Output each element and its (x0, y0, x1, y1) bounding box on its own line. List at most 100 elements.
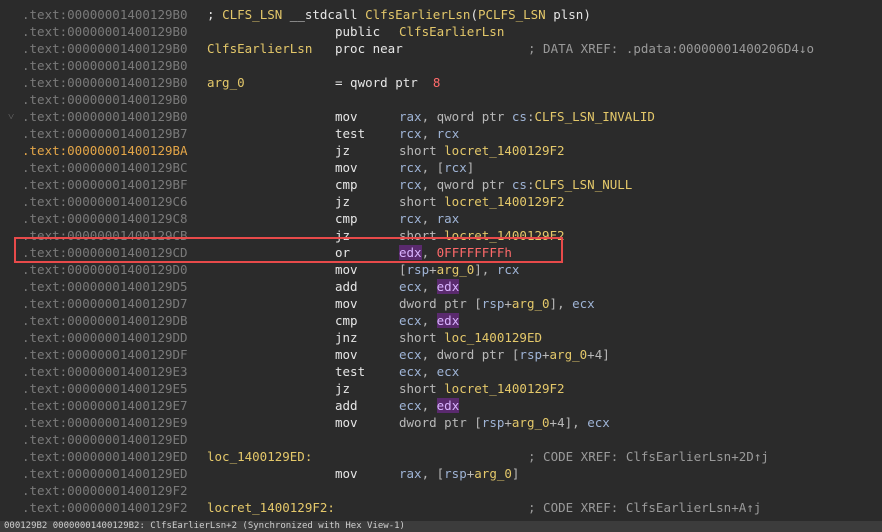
listing-line[interactable]: .text:00000001400129E7 add ecx, edx (0, 397, 882, 414)
instruction-mnemonic: mov (335, 296, 358, 311)
line-address: .text:00000001400129D7 (22, 296, 188, 311)
instruction-operands[interactable]: rax, [rsp+arg_0] (399, 465, 519, 482)
code-label[interactable]: loc_1400129ED: (207, 448, 312, 465)
listing-line[interactable]: .text:00000001400129ED mov rax, [rsp+arg_0… (0, 465, 882, 482)
line-address: .text:00000001400129CD (22, 245, 188, 260)
disassembly-listing[interactable]: .text:00000001400129B0 ; CLFS_LSN __stdca… (0, 6, 882, 516)
instruction-mnemonic: mov (335, 466, 358, 481)
listing-line[interactable]: .text:00000001400129B0 ClfsEarlierLsn proc… (0, 40, 882, 57)
listing-line[interactable]: .text:00000001400129E9 mov dword ptr [rsp+… (0, 414, 882, 431)
line-address: .text:00000001400129BF (22, 177, 188, 192)
xref-comment[interactable]: ; CODE XREF: ClfsEarlierLsn+2D↑j (528, 448, 769, 465)
instruction-mnemonic: mov (335, 262, 358, 277)
line-address: .text:00000001400129ED (22, 432, 188, 447)
listing-line[interactable]: .text:00000001400129B0 ; CLFS_LSN __stdca… (0, 6, 882, 23)
instruction-mnemonic: mov (335, 160, 358, 175)
line-address: .text:00000001400129B0 (22, 58, 188, 73)
instruction-operands[interactable]: short locret_1400129F2 (399, 380, 565, 397)
xref-comment[interactable]: ; DATA XREF: .pdata:00000001400206D4↓o (528, 40, 814, 57)
instruction-operands[interactable]: rcx, rax (399, 210, 459, 227)
line-address: .text:00000001400129B0 (22, 24, 188, 39)
line-address: .text:00000001400129B7 (22, 126, 188, 141)
instruction-mnemonic: add (335, 279, 358, 294)
listing-line[interactable]: .text:00000001400129B0 (0, 91, 882, 108)
listing-line[interactable]: .text:00000001400129B0 public ClfsEarlierL… (0, 23, 882, 40)
listing-line[interactable]: .text:00000001400129F2 (0, 482, 882, 499)
instruction-mnemonic: jz (335, 381, 351, 396)
listing-line[interactable]: .text:00000001400129BC mov rcx, [rcx] (0, 159, 882, 176)
collapse-chevron-icon[interactable]: ˅ (8, 108, 22, 125)
line-address: .text:00000001400129ED (22, 449, 188, 464)
instruction-operands[interactable]: ecx, ecx (399, 363, 459, 380)
instruction-operands[interactable]: short locret_1400129F2 (399, 193, 565, 210)
line-address: .text:00000001400129F2 (22, 483, 188, 498)
instruction-operands[interactable]: edx, 0FFFFFFFFh (399, 244, 512, 261)
instruction-mnemonic: mov (335, 109, 358, 124)
instruction-operands[interactable]: short locret_1400129F2 (399, 142, 565, 159)
status-bar: 000129B2 00000001400129B2: ClfsEarlierLs… (0, 521, 882, 532)
line-address: .text:00000001400129B0 (22, 109, 188, 124)
listing-line[interactable]: .text:00000001400129BF cmp rcx, qword ptr … (0, 176, 882, 193)
instruction-operands[interactable]: rcx, rcx (399, 125, 459, 142)
line-address: .text:00000001400129B0 (22, 75, 188, 90)
function-signature: ; CLFS_LSN __stdcall ClfsEarlierLsn(PCLF… (207, 7, 591, 22)
status-text: 000129B2 00000001400129B2: ClfsEarlierLs… (4, 521, 405, 531)
instruction-mnemonic: or (335, 245, 351, 260)
listing-line[interactable]: .text:00000001400129CB jz short locret_140… (0, 227, 882, 244)
listing-line[interactable]: .text:00000001400129ED (0, 431, 882, 448)
line-address: .text:00000001400129DB (22, 313, 188, 328)
line-address: .text:00000001400129D5 (22, 279, 188, 294)
listing-line[interactable]: .text:00000001400129DF mov ecx, dword ptr … (0, 346, 882, 363)
line-address: .text:00000001400129CB (22, 228, 188, 243)
instruction-operands[interactable]: dword ptr [rsp+arg_0], ecx (399, 295, 595, 312)
listing-line[interactable]: .text:00000001400129B7 test rcx, rcx (0, 125, 882, 142)
xref-comment[interactable]: ; CODE XREF: ClfsEarlierLsn+A↑j (528, 499, 761, 516)
listing-line[interactable]: .text:00000001400129DB cmp ecx, edx (0, 312, 882, 329)
code-label[interactable]: ClfsEarlierLsn (207, 40, 312, 57)
instruction-mnemonic: jz (335, 228, 351, 243)
listing-line[interactable]: .text:00000001400129D0 mov [rsp+arg_0], rc… (0, 261, 882, 278)
instruction-mnemonic: test (335, 364, 366, 379)
instruction-operands[interactable]: dword ptr [rsp+arg_0+4], ecx (399, 414, 610, 431)
listing-line[interactable]: .text:00000001400129D7 mov dword ptr [rsp+… (0, 295, 882, 312)
code-label[interactable]: arg_0 (207, 74, 245, 91)
listing-line[interactable]: .text:00000001400129C8 cmp rcx, rax (0, 210, 882, 227)
line-address: .text:00000001400129B0 (22, 7, 188, 22)
listing-line[interactable]: .text:00000001400129D5 add ecx, edx (0, 278, 882, 295)
listing-line[interactable]: .text:00000001400129ED loc_1400129ED: ; CO… (0, 448, 882, 465)
instruction-operands[interactable]: short locret_1400129F2 (399, 227, 565, 244)
instruction-operands[interactable]: ecx, dword ptr [rsp+arg_0+4] (399, 346, 610, 363)
instruction-operands[interactable]: ClfsEarlierLsn (399, 23, 504, 40)
instruction-operands[interactable]: ecx, edx (399, 312, 460, 329)
listing-line[interactable]: .text:00000001400129B0 (0, 57, 882, 74)
listing-line[interactable]: .text:00000001400129B0 arg_0 = qword ptr 8 (0, 74, 882, 91)
instruction-operands[interactable]: rax, qword ptr cs:CLFS_LSN_INVALID (399, 108, 655, 125)
listing-line[interactable]: .text:00000001400129BA jz short locret_140… (0, 142, 882, 159)
instruction-operands[interactable]: rcx, qword ptr cs:CLFS_LSN_NULL (399, 176, 632, 193)
listing-line[interactable]: .text:00000001400129E3 test ecx, ecx (0, 363, 882, 380)
instruction-operands[interactable]: rcx, [rcx] (399, 159, 474, 176)
instruction-mnemonic: jnz (335, 330, 358, 345)
line-address: .text:00000001400129D0 (22, 262, 188, 277)
line-address: .text:00000001400129C8 (22, 211, 188, 226)
instruction-mnemonic: jz (335, 194, 351, 209)
instruction-operands[interactable]: ecx, edx (399, 278, 460, 295)
listing-line[interactable]: .text:00000001400129C6 jz short locret_140… (0, 193, 882, 210)
line-address: .text:00000001400129E5 (22, 381, 188, 396)
line-address: .text:00000001400129DF (22, 347, 188, 362)
instruction-mnemonic: add (335, 398, 358, 413)
code-label[interactable]: locret_1400129F2: (207, 499, 335, 516)
instruction-operands[interactable]: [rsp+arg_0], rcx (399, 261, 519, 278)
listing-line[interactable]: .text:00000001400129E5 jz short locret_140… (0, 380, 882, 397)
line-address: .text:00000001400129BC (22, 160, 188, 175)
line-address: .text:00000001400129B0 (22, 92, 188, 107)
listing-line[interactable]: .text:00000001400129CD or edx, 0FFFFFFFFh (0, 244, 882, 261)
listing-line[interactable]: .text:00000001400129F2 locret_1400129F2:;… (0, 499, 882, 516)
listing-line[interactable]: ˅ .text:00000001400129B0 mov rax, qword ptr… (0, 108, 882, 125)
instruction-mnemonic: = qword ptr 8 (335, 75, 441, 90)
instruction-mnemonic: cmp (335, 177, 358, 192)
instruction-operands[interactable]: short loc_1400129ED (399, 329, 542, 346)
instruction-operands[interactable]: ecx, edx (399, 397, 460, 414)
line-address: .text:00000001400129E9 (22, 415, 188, 430)
listing-line[interactable]: .text:00000001400129DD jnz short loc_14001… (0, 329, 882, 346)
